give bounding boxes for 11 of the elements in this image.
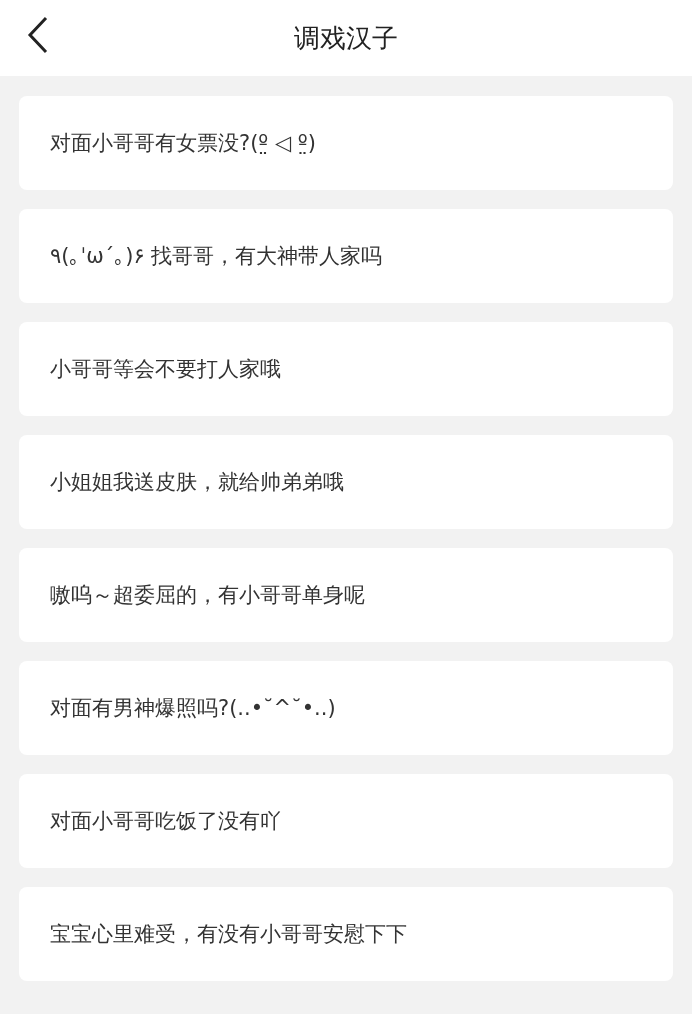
- message-card[interactable]: 宝宝心里难受，有没有小哥哥安慰下下: [19, 887, 673, 981]
- page-title: 调戏汉子: [294, 21, 398, 55]
- back-icon: [26, 16, 50, 54]
- message-card[interactable]: 对面小哥哥吃饭了没有吖: [19, 774, 673, 868]
- message-card[interactable]: 嗷呜～超委屈的，有小哥哥单身呢: [19, 548, 673, 642]
- back-button[interactable]: [26, 16, 50, 54]
- message-card[interactable]: 小哥哥等会不要打人家哦: [19, 322, 673, 416]
- message-card[interactable]: ٩(｡ˈωˊ｡)۶ 找哥哥，有大神带人家吗: [19, 209, 673, 303]
- message-card[interactable]: 对面有男神爆照吗?(..•˘^˘•..): [19, 661, 673, 755]
- message-card[interactable]: 小姐姐我送皮肤，就给帅弟弟哦: [19, 435, 673, 529]
- message-card[interactable]: 对面小哥哥有女票没?(º̤ ◁ º̤): [19, 96, 673, 190]
